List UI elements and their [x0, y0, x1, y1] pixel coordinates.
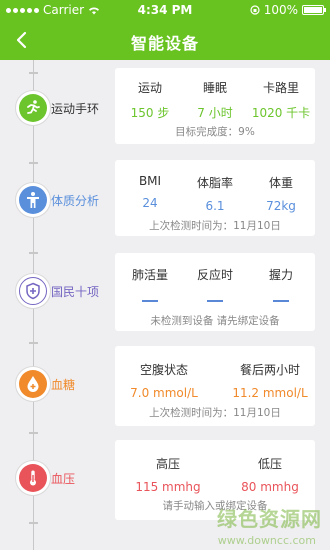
glucose-node: [15, 366, 51, 402]
metric-grip: 握力: [249, 266, 313, 305]
metric-diastolic: 低压 80 mmhg: [235, 455, 305, 494]
rotation-lock-icon: [250, 5, 260, 15]
last-check-time: 上次检测时间为：11月10日: [149, 220, 281, 232]
metric-value: 7.0 mmol/L: [130, 386, 198, 400]
timeline-tick: [29, 162, 38, 164]
metric-systolic: 高压 115 mmhg: [133, 455, 203, 494]
metric-weight: 体重 72kg: [249, 174, 313, 213]
metric-bmi: BMI 24: [125, 174, 175, 210]
metric-value: 24: [142, 196, 158, 210]
metric-value: 7 小时: [197, 106, 233, 120]
metric-name: 高压: [155, 457, 180, 471]
metric-fasting: 空腹状态 7.0 mmol/L: [123, 361, 205, 400]
battery-percent: 100%: [263, 3, 298, 17]
bind-device-hint: 未检测到设备 请先绑定设备: [150, 315, 280, 327]
section-label: 运动手环: [51, 102, 100, 116]
metric-name: 体重: [268, 176, 293, 190]
metric-value: 150 步: [130, 106, 170, 120]
metric-lung-capacity: 肺活量: [125, 266, 175, 305]
metric-value: 80 mmhg: [241, 480, 299, 494]
empty-value-dash: [249, 291, 313, 305]
metric-name: 卡路里: [262, 81, 299, 95]
metric-name: 反应时: [196, 268, 233, 282]
empty-value-dash: [187, 291, 243, 305]
body-card[interactable]: BMI 24 体脂率 6.1 体重 72kg 上次检测时间为：11月10日: [115, 160, 315, 236]
metric-steps: 运动 150 步: [125, 79, 175, 121]
page-title: 智能设备: [130, 34, 199, 53]
blood-drop-icon: [19, 370, 47, 398]
band-card[interactable]: 运动 150 步 睡眠 7 小时 卡路里 1020 千卡 目标完成度：9%: [115, 68, 315, 144]
last-check-time: 上次检测时间为：11月10日: [149, 407, 281, 419]
metric-body-fat: 体脂率 6.1: [187, 174, 243, 213]
thermometer-icon: [19, 464, 47, 492]
metric-value: 1020 千卡: [251, 106, 311, 120]
battery-icon: [302, 5, 326, 15]
metric-name: 餐后两小时: [239, 363, 300, 377]
pressure-node: [15, 460, 51, 496]
metric-postprandial: 餐后两小时 11.2 mmol/L: [227, 361, 313, 400]
section-label: 体质分析: [51, 194, 100, 208]
battery-group: 100%: [250, 3, 326, 17]
metric-name: 运动: [137, 81, 162, 95]
metric-name: 低压: [257, 457, 282, 471]
metric-value: 72kg: [266, 199, 296, 213]
goal-completion: 目标完成度：9%: [175, 126, 255, 138]
timeline-tick: [29, 72, 38, 74]
empty-value-dash: [125, 291, 175, 305]
glucose-card[interactable]: 空腹状态 7.0 mmol/L 餐后两小时 11.2 mmol/L 上次检测时间…: [115, 346, 315, 426]
watermark-url: www.downcc.com: [217, 534, 316, 547]
metric-calories: 卡路里 1020 千卡: [249, 79, 313, 121]
metric-value: 6.1: [205, 199, 225, 213]
metric-name: 体脂率: [196, 176, 233, 190]
timeline-tick: [29, 252, 38, 254]
timeline-tick: [29, 342, 38, 344]
nav-bar: 智能设备: [0, 20, 330, 60]
running-icon: [19, 94, 47, 122]
shield-plus-icon: [19, 277, 47, 305]
metric-reaction-time: 反应时: [187, 266, 243, 305]
body-node: [15, 182, 51, 218]
metric-value: 11.2 mmol/L: [232, 386, 308, 400]
metric-value: 115 mmhg: [135, 480, 201, 494]
timeline-tick: [29, 522, 38, 524]
status-bar: Carrier 4:34 PM 100%: [0, 0, 330, 20]
timeline-tick: [29, 432, 38, 434]
metric-sleep: 睡眠 7 小时: [187, 79, 243, 121]
metric-name: 睡眠: [202, 81, 227, 95]
fitness-node: [15, 273, 51, 309]
metric-name: 肺活量: [131, 268, 168, 282]
watermark-logo: 绿色资源网: [217, 507, 322, 531]
metric-name: 握力: [268, 268, 293, 282]
section-label: 血压: [51, 472, 76, 486]
section-label: 血糖: [51, 378, 76, 392]
section-label: 国民十项: [51, 285, 100, 299]
person-icon: [19, 186, 47, 214]
fitness-card[interactable]: 肺活量 反应时 握力 未检测到设备 请先绑定设备: [115, 253, 315, 331]
metric-name: BMI: [138, 174, 162, 188]
band-node: [15, 90, 51, 126]
metric-name: 空腹状态: [139, 363, 188, 377]
